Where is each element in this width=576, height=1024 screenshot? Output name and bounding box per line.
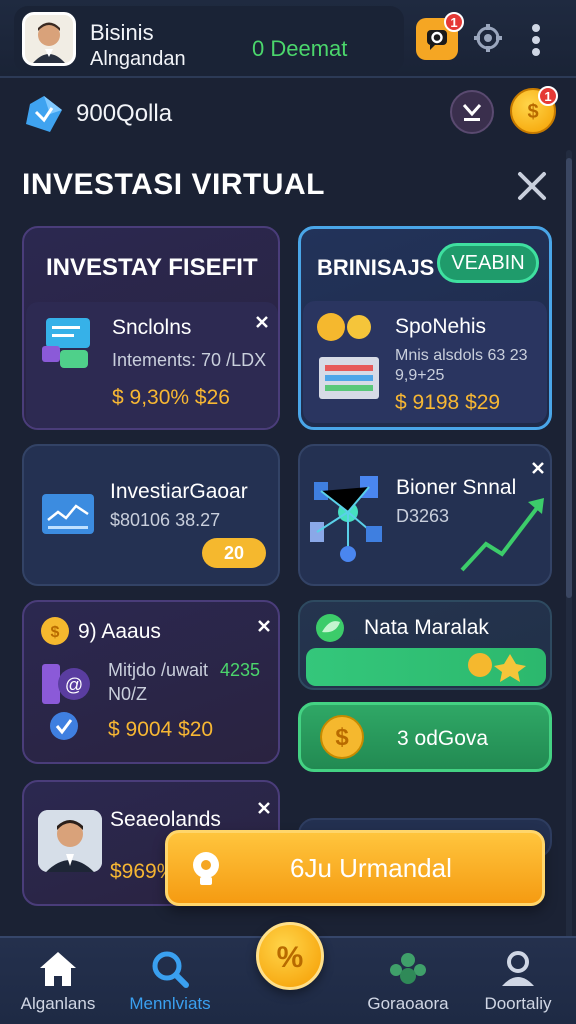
coin-icon: $	[41, 617, 69, 645]
investment-card-1[interactable]: INVESTAY FISEFIT Snclolns Intements: 70 …	[22, 226, 280, 430]
card-subtitle: D3263	[396, 506, 450, 526]
trend-up-icon	[460, 498, 544, 572]
nav-item-home[interactable]: Alganlans	[8, 938, 108, 1024]
dismiss-icon[interactable]	[530, 460, 546, 476]
status-text: 0 Deemat	[252, 36, 348, 61]
card-item-price: $ 9198 $29	[395, 391, 501, 414]
nav-label: Mennlviats	[129, 994, 211, 1013]
card-item-title: Snclolns	[112, 316, 192, 339]
nav-item-community[interactable]: Goraoaora	[358, 938, 458, 1024]
coin-icon: $	[320, 715, 364, 759]
bottom-navigation: Alganlans Mennlviats % Goraoaora Doortal…	[0, 922, 576, 1024]
card-title: InvestiarGaoar	[110, 480, 248, 503]
fab-symbol: %	[277, 941, 304, 974]
favorites-button[interactable]	[450, 90, 494, 134]
home-icon	[40, 952, 76, 986]
center-action-button[interactable]: %	[256, 922, 324, 990]
dismiss-icon[interactable]	[254, 314, 270, 330]
avatar-image	[25, 15, 73, 63]
bulb-icon	[193, 852, 219, 885]
investment-card-4[interactable]: Bioner Snnal D3263	[298, 444, 552, 586]
progress-bar	[306, 648, 546, 686]
wallet-balance: 900Qolla	[76, 100, 173, 127]
card-title: INVESTAY FISEFIT	[46, 254, 258, 281]
svg-text:@: @	[65, 675, 83, 695]
wallet-row: 900Qolla $ 1	[0, 80, 576, 150]
person-icon	[38, 810, 102, 872]
card-subtitle: Mitjdo /uwait	[108, 660, 209, 680]
rewards-icon	[468, 653, 526, 682]
coins-action-card[interactable]: $ 3 odGova	[298, 702, 552, 772]
dismiss-icon[interactable]	[256, 618, 272, 634]
card-item-price: $ 9,30% $26	[112, 386, 230, 409]
card-item[interactable]: Snclolns Intements: 70 /LDX $ 9,30% $26	[26, 302, 278, 428]
investment-card-6[interactable]: Nata Maralak	[298, 600, 552, 690]
card-subtitle-2: N0/Z	[108, 684, 148, 704]
shield-phone-icon: @	[42, 664, 90, 740]
vertical-dots-icon	[532, 24, 540, 56]
primary-cta-button[interactable]: 6Ju Urmandal	[165, 830, 545, 906]
coins-button[interactable]: $ 1	[510, 86, 558, 134]
user-icon	[502, 951, 534, 986]
download-heart-icon	[462, 104, 482, 121]
card-subtitle: $80106 38.27	[110, 510, 221, 530]
scrollbar-thumb[interactable]	[566, 158, 572, 598]
dismiss-icon[interactable]	[256, 800, 272, 816]
svg-text:$: $	[335, 724, 349, 751]
card-item-title: SpoNehis	[395, 315, 487, 338]
nav-item-profile[interactable]: Doortaliy	[468, 938, 568, 1024]
gear-icon	[474, 24, 502, 52]
card-item-subtitle: Mnis alsdols 63 23	[395, 347, 528, 364]
coins-badge: 1	[538, 86, 558, 106]
svg-text:$: $	[51, 624, 60, 641]
card-title: Nata Maralak	[364, 616, 489, 639]
svg-text:$: $	[527, 101, 538, 123]
percent-coin-icon: %	[277, 941, 304, 974]
status-pill[interactable]: VEABIN	[437, 243, 539, 283]
nav-item-search[interactable]: Mennlviats	[120, 938, 220, 1024]
person-photo	[38, 810, 102, 872]
profile-subtitle: Alngandan	[90, 48, 186, 70]
card-title: 9) Aaaus	[78, 620, 161, 643]
nav-label: Alganlans	[20, 994, 96, 1013]
chat-icon	[427, 30, 447, 50]
card-title: Seaeolands	[110, 808, 221, 831]
more-options-button[interactable]	[522, 20, 550, 60]
investment-card-2[interactable]: BRINISAJS VEABIN SpoNehis Mnis alsdols 6…	[298, 226, 552, 430]
investment-card-5[interactable]: $ 9) Aaaus @ Mitjdo /uwait 4235 N0/Z $ 9…	[22, 600, 280, 764]
cta-label: 6Ju Urmandal	[290, 853, 452, 883]
chat-card-icon	[42, 318, 90, 368]
card-item[interactable]: SpoNehis Mnis alsdols 63 23 9,9+25 $ 919…	[303, 301, 547, 423]
card-item-subtitle-2: 9,9+25	[395, 367, 445, 384]
gem-icon	[26, 96, 62, 132]
top-bar: Bisinis Alngandan 0 Deemat 1	[0, 0, 576, 78]
notification-badge: 1	[444, 12, 464, 32]
page-title: INVESTASI VIRTUAL	[22, 168, 325, 201]
close-icon	[518, 172, 546, 200]
nav-label: Goraoaora	[367, 994, 449, 1013]
coin-badge: 20	[202, 538, 266, 568]
card-price: $ 9004 $20	[108, 718, 214, 741]
nav-label: Doortaliy	[484, 994, 552, 1013]
card-label: 3 odGova	[397, 727, 489, 750]
notifications-button[interactable]: 1	[416, 12, 464, 60]
avatar[interactable]	[22, 12, 76, 66]
search-icon	[152, 951, 189, 988]
card-title: BRINISAJS	[317, 255, 435, 280]
profile-panel[interactable]: Bisinis Alngandan 0 Deemat	[14, 6, 404, 72]
leaf-icon	[316, 614, 344, 642]
card-item-subtitle: Intements: 70 /LDX	[112, 350, 267, 370]
profile-name: Bisinis	[90, 20, 154, 45]
close-button[interactable]	[512, 166, 552, 206]
coins-chart-icon	[317, 313, 379, 399]
investment-card-3[interactable]: InvestiarGaoar $80106 38.27 20	[22, 444, 280, 586]
group-icon	[390, 953, 426, 984]
settings-button[interactable]	[470, 20, 506, 56]
chart-screen-icon	[42, 494, 94, 534]
card-subtitle-value: 4235	[220, 660, 261, 680]
network-icon	[310, 476, 382, 562]
